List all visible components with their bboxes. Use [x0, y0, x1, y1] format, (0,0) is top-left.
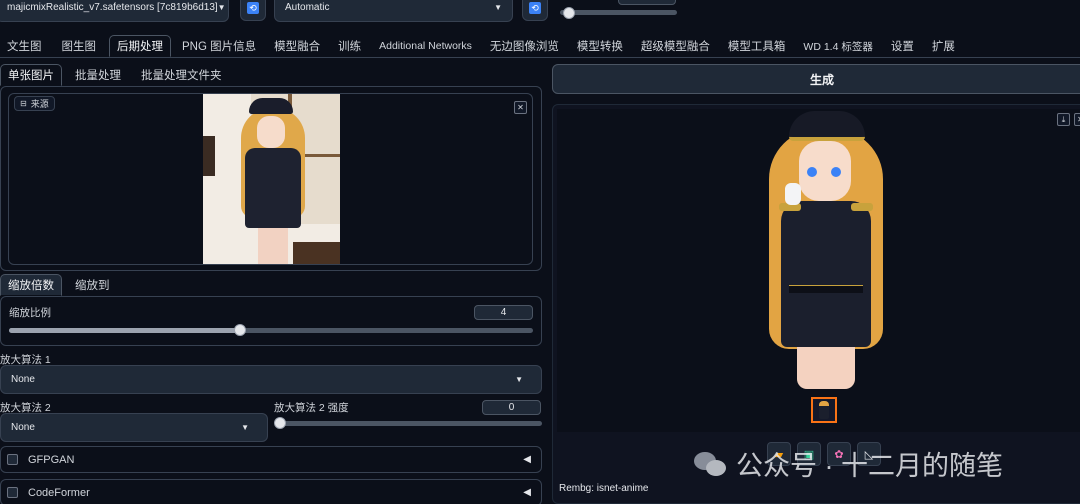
scale-ratio-slider-thumb[interactable]: [234, 324, 246, 336]
wall-frame: [203, 136, 215, 176]
upscaler1-dropdown[interactable]: None ▼: [0, 365, 542, 394]
gfpgan-label: GFPGAN: [28, 453, 75, 466]
tab-scale-to[interactable]: 缩放到: [68, 274, 117, 296]
upscaler2-strength-input[interactable]: 0: [482, 400, 541, 415]
tab-additional-networks[interactable]: Additional Networks: [372, 35, 479, 57]
upscaler2-strength-slider-thumb[interactable]: [274, 417, 286, 429]
checkpoint-value: majicmixRealistic_v7.safetensors [7c819b…: [7, 1, 218, 13]
tab-checkpoint-merger[interactable]: 模型融合: [267, 35, 327, 57]
figure-epaulette-right: [851, 203, 873, 211]
tab-train[interactable]: 训练: [331, 35, 368, 57]
gfpgan-accordion[interactable]: GFPGAN ◀: [0, 446, 542, 473]
scale-ratio-input[interactable]: 4: [474, 305, 533, 320]
generate-button[interactable]: 生成: [552, 64, 1080, 94]
scale-ratio-slider[interactable]: [9, 328, 533, 333]
caret-left-icon: ◀: [523, 454, 531, 465]
image-icon: ⊟: [20, 99, 27, 108]
chevron-down-icon: ▼: [515, 375, 523, 384]
clear-image-button[interactable]: ✕: [514, 101, 527, 114]
scale-ratio-slider-fill: [9, 328, 240, 333]
tab-batch-process[interactable]: 批量处理: [68, 64, 128, 86]
figure-hat: [249, 98, 293, 114]
tab-extensions[interactable]: 扩展: [925, 35, 962, 57]
scale-tab-bar: 缩放倍数 缩放到: [0, 274, 117, 296]
sub-tab-bar: 单张图片 批量处理 批量处理文件夹: [0, 64, 229, 86]
clip-skip-slider[interactable]: [560, 10, 677, 15]
tab-settings[interactable]: 设置: [884, 35, 921, 57]
scale-ratio-panel: 缩放比例 4: [0, 296, 542, 346]
tab-img2img[interactable]: 图生图: [55, 35, 104, 57]
tab-txt2img[interactable]: 文生图: [0, 35, 49, 57]
upscaler2-strength-slider[interactable]: [276, 421, 542, 426]
refresh-icon: ⟲: [247, 2, 259, 14]
close-icon[interactable]: ✕: [1074, 113, 1080, 126]
scale-ratio-label: 缩放比例: [9, 307, 51, 319]
figure-uniform: [245, 148, 301, 228]
tab-extras[interactable]: 后期处理: [109, 35, 171, 57]
desk: [293, 242, 340, 264]
watermark: 公众号 · 十二月的随笔: [694, 444, 1003, 483]
chevron-down-icon: ▼: [217, 2, 226, 12]
refresh-icon: ⟲: [529, 2, 541, 14]
vae-value: Automatic: [285, 1, 330, 13]
source-image: [203, 94, 340, 264]
tab-png-info[interactable]: PNG 图片信息: [175, 35, 263, 57]
output-info-text: Rembg: isnet-anime: [559, 483, 649, 494]
vae-dropdown[interactable]: Automatic ▼: [274, 0, 513, 22]
tab-batch-from-directory[interactable]: 批量处理文件夹: [134, 64, 229, 86]
tab-super-merger[interactable]: 超级模型融合: [634, 35, 717, 57]
tab-single-image[interactable]: 单张图片: [0, 64, 62, 86]
source-image-drop-area[interactable]: ⊟ 来源 ✕: [8, 93, 533, 265]
main-tab-divider: [0, 57, 1080, 58]
tab-wd14-tagger[interactable]: WD 1.4 标签器: [796, 35, 879, 57]
tab-model-converter[interactable]: 模型转换: [570, 35, 630, 57]
gfpgan-checkbox[interactable]: [7, 454, 18, 465]
figure-face: [257, 116, 285, 148]
tab-infinite-image-browsing[interactable]: 无边图像浏览: [483, 35, 566, 57]
figure-hat: [789, 111, 865, 141]
source-label-badge: ⊟ 来源: [14, 96, 55, 111]
codeformer-label: CodeFormer: [28, 486, 90, 499]
checkpoint-dropdown[interactable]: majicmixRealistic_v7.safetensors [7c819b…: [0, 0, 229, 22]
figure-uniform: [781, 201, 871, 347]
caret-left-icon: ◀: [523, 487, 531, 498]
clip-skip-slider-thumb[interactable]: [563, 7, 575, 19]
wechat-icon: [694, 450, 728, 478]
figure-belt: [789, 285, 863, 293]
codeformer-checkbox[interactable]: [7, 487, 18, 498]
codeformer-accordion[interactable]: CodeFormer ◀: [0, 479, 542, 504]
main-tab-bar: 文生图 图生图 后期处理 PNG 图片信息 模型融合 训练 Additional…: [0, 35, 1080, 57]
chevron-down-icon: ▼: [241, 423, 249, 432]
watermark-text: 公众号 · 十二月的随笔: [736, 451, 1003, 481]
refresh-checkpoint-button[interactable]: ⟲: [240, 0, 266, 21]
figure-legs: [258, 228, 288, 264]
figure-glove: [785, 183, 801, 205]
output-image[interactable]: [761, 107, 891, 389]
gallery-thumbnail[interactable]: [811, 397, 837, 423]
close-icon: ✕: [517, 103, 524, 112]
upscaler2-strength-label: 放大算法 2 强度: [274, 402, 349, 414]
tab-model-toolkit[interactable]: 模型工具箱: [721, 35, 793, 57]
refresh-vae-button[interactable]: ⟲: [522, 0, 548, 21]
clip-skip-input[interactable]: [618, 0, 676, 5]
tab-scale-by[interactable]: 缩放倍数: [0, 274, 62, 296]
upscaler2-dropdown[interactable]: None ▼: [0, 413, 268, 442]
figure-legs: [797, 347, 855, 389]
download-icon[interactable]: ⤓: [1057, 113, 1070, 126]
thumbnail-figure: [819, 401, 829, 419]
figure-eye-left: [807, 167, 817, 177]
figure-eye-right: [831, 167, 841, 177]
chevron-down-icon: ▼: [494, 2, 502, 12]
